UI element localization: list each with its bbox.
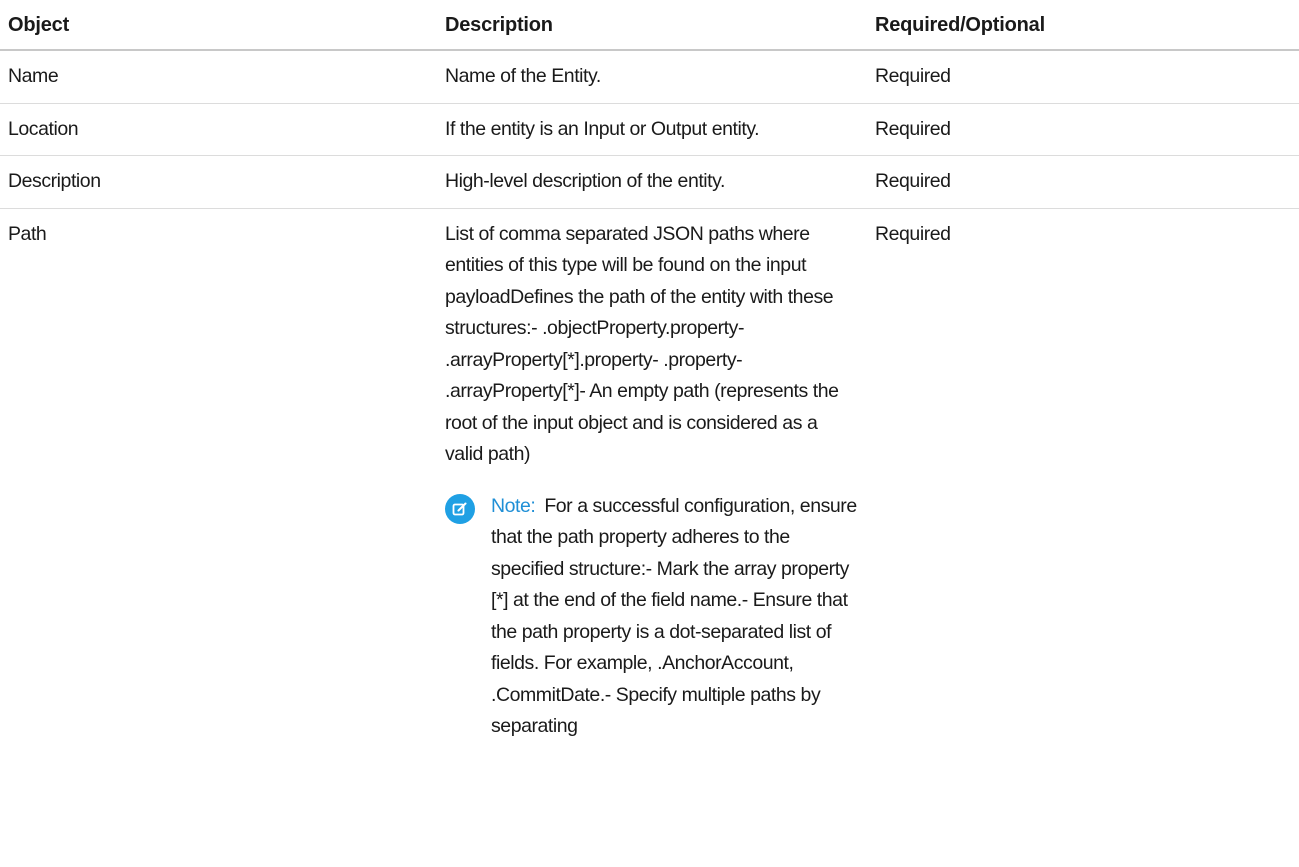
row-required-cell: Required (867, 155, 1299, 209)
row-description-cell: High-level description of the entity. (437, 155, 867, 209)
row-required-cell: Required (867, 103, 1299, 156)
row-required-cell: Required (867, 50, 1299, 104)
path-description-text: List of comma separated JSON paths where… (445, 222, 839, 466)
edit-note-icon (445, 493, 475, 524)
column-header-object: Object (0, 0, 437, 51)
row-object-cell: Description (0, 155, 437, 209)
note-text: For a successful configuration, ensure t… (491, 494, 857, 738)
table-row: Name Name of the Entity. Required (0, 50, 1299, 104)
row-object-cell: Location (0, 103, 437, 156)
row-object-cell: Path (8, 222, 47, 245)
table-row: Path List of comma separated JSON paths … (0, 208, 1299, 753)
table-row: Location If the entity is an Input or Ou… (0, 103, 1299, 156)
row-description-cell: List of comma separated JSON paths where… (437, 208, 867, 753)
note-callout: Note: For a successful configuration, en… (445, 491, 859, 743)
table-row: Description High-level description of th… (0, 155, 1299, 209)
row-object-cell: Name (0, 50, 437, 104)
column-header-description: Description (437, 0, 867, 51)
table-body: Name Name of the Entity. Required Locati… (0, 50, 1299, 753)
entity-properties-table: Object Description Required/Optional Nam… (0, 0, 1299, 753)
table-header-row: Object Description Required/Optional (0, 0, 1299, 51)
column-header-required: Required/Optional (867, 0, 1299, 51)
row-description-cell: If the entity is an Input or Output enti… (437, 103, 867, 156)
table-header: Object Description Required/Optional (0, 0, 1299, 51)
row-required-cell: Required (875, 222, 951, 245)
note-label: Note: (491, 494, 536, 517)
row-description-cell: Name of the Entity. (437, 50, 867, 104)
